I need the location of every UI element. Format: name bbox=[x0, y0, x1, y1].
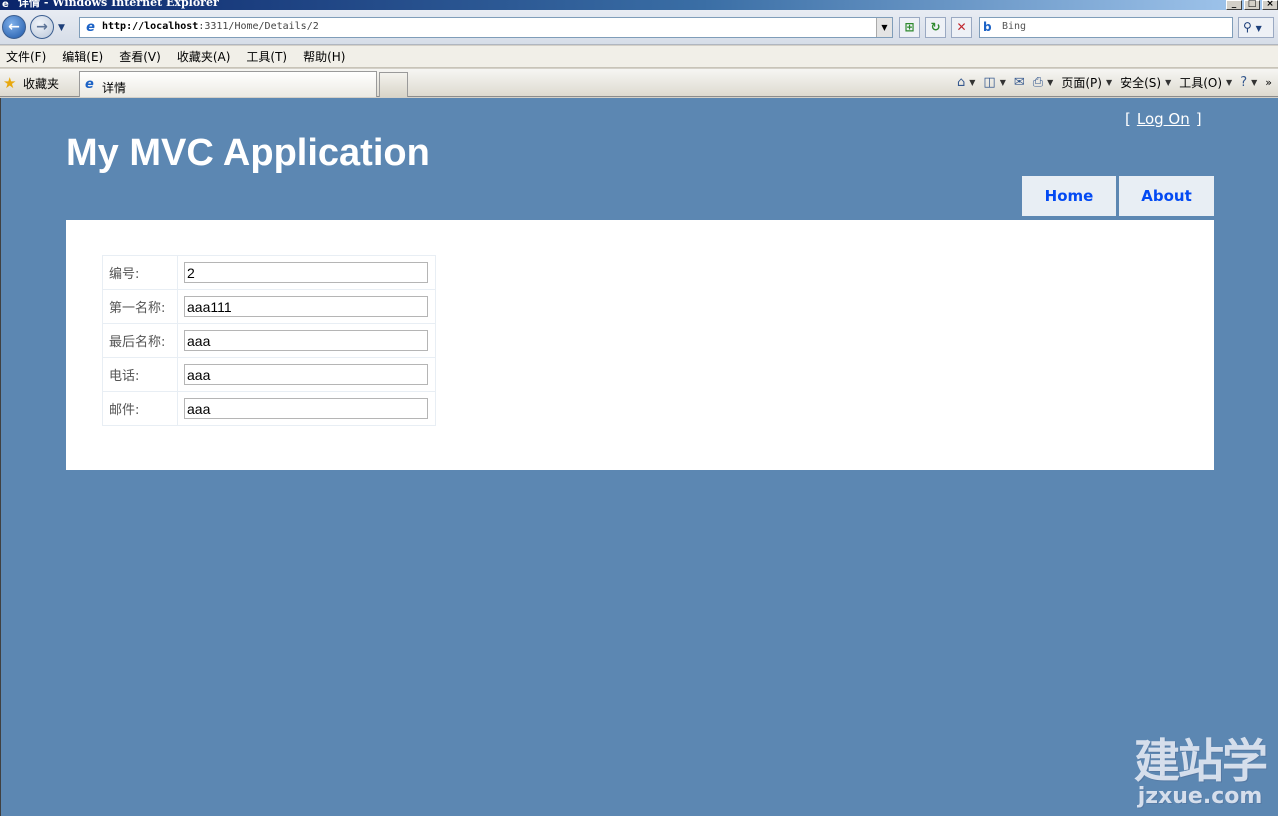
log-on-link[interactable]: Log On bbox=[1137, 110, 1190, 128]
page-menu[interactable]: 页面(P) bbox=[1061, 74, 1102, 91]
arrow-left-icon: ← bbox=[8, 19, 20, 35]
table-row: 编号: bbox=[102, 255, 436, 290]
mail-icon[interactable]: ✉ bbox=[1014, 75, 1025, 90]
table-row: 邮件: bbox=[102, 391, 436, 426]
window-controls: _ □ × bbox=[1226, 0, 1278, 10]
tab-label: 详情 bbox=[102, 81, 127, 95]
favorites-bar: ★ 收藏夹 e 详情 ⌂ ▼ ◫ ▼ ✉ ⎙ ▼ 页面(P) ▼ 安全(S) ▼ 工具(O… bbox=[0, 69, 1278, 97]
nav-home[interactable]: Home bbox=[1022, 176, 1116, 216]
tools-menu[interactable]: 工具(O) bbox=[1179, 74, 1222, 91]
refresh-icon: ↻ bbox=[930, 20, 941, 34]
tools-menu-dropdown[interactable]: ▼ bbox=[1226, 78, 1232, 87]
first-name-field[interactable] bbox=[184, 296, 428, 317]
ie-app-icon: e bbox=[2, 0, 9, 10]
table-row: 最后名称: bbox=[102, 323, 436, 358]
forward-button[interactable]: → bbox=[30, 15, 54, 39]
new-tab-button[interactable] bbox=[379, 72, 408, 97]
login-display: [Log On] bbox=[1125, 110, 1202, 128]
watermark-cn: 建站学 bbox=[1134, 734, 1268, 788]
refresh-button[interactable]: ↻ bbox=[925, 17, 946, 38]
page-icon: e bbox=[86, 20, 95, 35]
tab-details[interactable]: e 详情 bbox=[79, 71, 377, 97]
toolbar-overflow-icon[interactable]: » bbox=[1265, 76, 1272, 89]
star-icon[interactable]: ★ bbox=[3, 74, 16, 92]
feeds-icon[interactable]: ◫ bbox=[983, 75, 995, 90]
menu-file[interactable]: 文件(F) bbox=[6, 48, 46, 65]
window-title: 详情 - Windows Internet Explorer bbox=[18, 0, 219, 9]
print-icon[interactable]: ⎙ bbox=[1033, 75, 1043, 90]
compatibility-icon: ⊞ bbox=[904, 20, 915, 34]
help-dropdown[interactable]: ▼ bbox=[1251, 78, 1257, 87]
back-button[interactable]: ← bbox=[2, 15, 26, 39]
url-text: http://localhost:3311/Home/Details/2 bbox=[102, 21, 319, 32]
magnifier-icon: ⚲ bbox=[1243, 20, 1252, 34]
search-input[interactable]: b Bing bbox=[979, 17, 1233, 38]
field-label-id: 编号: bbox=[102, 255, 178, 290]
address-toolbar: ← → ▼ e http://localhost:3311/Home/Detai… bbox=[0, 10, 1278, 45]
command-bar: ⌂ ▼ ◫ ▼ ✉ ⎙ ▼ 页面(P) ▼ 安全(S) ▼ 工具(O) ▼ ? ▼ » bbox=[957, 74, 1272, 91]
stop-button[interactable]: ✕ bbox=[951, 17, 972, 38]
page-menu-dropdown[interactable]: ▼ bbox=[1106, 78, 1112, 87]
safety-menu[interactable]: 安全(S) bbox=[1120, 74, 1161, 91]
field-label-last-name: 最后名称: bbox=[102, 323, 178, 358]
menu-view[interactable]: 查看(V) bbox=[119, 48, 161, 65]
site-title: My MVC Application bbox=[66, 132, 430, 174]
bing-icon: b bbox=[983, 20, 992, 34]
page-viewport: [Log On] My MVC Application Home About 编… bbox=[0, 98, 1278, 816]
feeds-dropdown[interactable]: ▼ bbox=[1000, 78, 1006, 87]
close-button[interactable]: × bbox=[1262, 0, 1278, 10]
favorites-button[interactable]: 收藏夹 bbox=[23, 75, 59, 92]
address-input[interactable]: e http://localhost:3311/Home/Details/2 ▼ bbox=[79, 17, 893, 38]
menu-favorites[interactable]: 收藏夹(A) bbox=[177, 48, 231, 65]
minimize-button[interactable]: _ bbox=[1226, 0, 1242, 10]
search-button[interactable]: ⚲ ▼ bbox=[1238, 17, 1274, 38]
details-table: 编号: 第一名称: 最后名称: 电话: 邮件: bbox=[102, 255, 436, 426]
window-title-bar: e 详情 - Windows Internet Explorer _ □ × bbox=[0, 0, 1278, 10]
compatibility-view-button[interactable]: ⊞ bbox=[899, 17, 920, 38]
watermark-en: jzxue.com bbox=[1137, 784, 1263, 809]
field-label-phone: 电话: bbox=[102, 357, 178, 392]
home-icon[interactable]: ⌂ bbox=[957, 75, 965, 90]
watermark: 建站学 jzxue.com bbox=[1134, 734, 1268, 809]
field-label-first-name: 第一名称: bbox=[102, 289, 178, 324]
maximize-button[interactable]: □ bbox=[1244, 0, 1260, 10]
safety-menu-dropdown[interactable]: ▼ bbox=[1165, 78, 1171, 87]
menu-help[interactable]: 帮助(H) bbox=[303, 48, 345, 65]
url-host: http://localhost bbox=[102, 21, 199, 32]
menu-tools[interactable]: 工具(T) bbox=[246, 48, 287, 65]
search-placeholder: Bing bbox=[1002, 21, 1027, 32]
table-row: 第一名称: bbox=[102, 289, 436, 324]
help-icon[interactable]: ? bbox=[1240, 75, 1247, 90]
field-label-email: 邮件: bbox=[102, 391, 178, 426]
print-dropdown[interactable]: ▼ bbox=[1047, 78, 1053, 87]
address-dropdown-button[interactable]: ▼ bbox=[876, 18, 892, 37]
ie-page-icon: e bbox=[85, 77, 94, 92]
arrow-right-icon: → bbox=[36, 19, 48, 35]
stop-icon: ✕ bbox=[956, 20, 967, 34]
email-field[interactable] bbox=[184, 398, 428, 419]
id-field[interactable] bbox=[184, 262, 428, 283]
last-name-field[interactable] bbox=[184, 330, 428, 351]
url-path: :3311/Home/Details/2 bbox=[198, 21, 319, 32]
menu-bar: 文件(F) 编辑(E) 查看(V) 收藏夹(A) 工具(T) 帮助(H) bbox=[0, 46, 1278, 68]
recent-pages-dropdown[interactable]: ▼ bbox=[58, 23, 65, 33]
phone-field[interactable] bbox=[184, 364, 428, 385]
menu-edit[interactable]: 编辑(E) bbox=[62, 48, 103, 65]
main-content: 编号: 第一名称: 最后名称: 电话: 邮件: bbox=[66, 220, 1214, 470]
table-row: 电话: bbox=[102, 357, 436, 392]
nav-about[interactable]: About bbox=[1119, 176, 1214, 216]
home-dropdown[interactable]: ▼ bbox=[969, 78, 975, 87]
chevron-down-icon: ▼ bbox=[1255, 24, 1262, 33]
